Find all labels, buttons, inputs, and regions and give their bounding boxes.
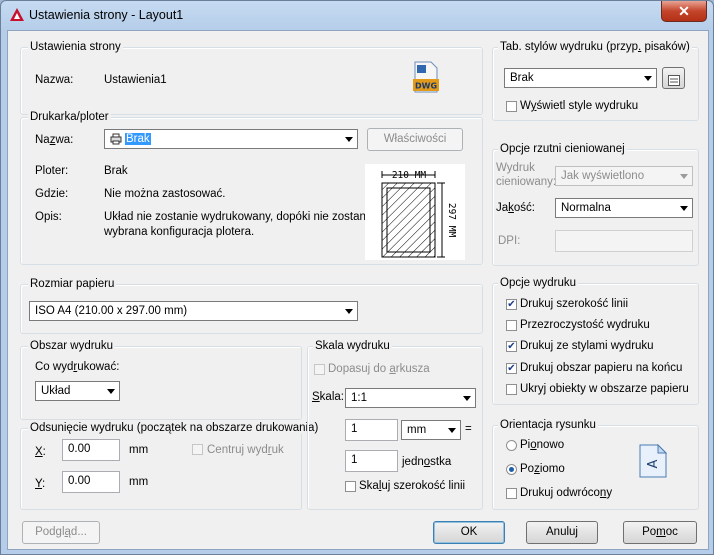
- printer-icon: [110, 133, 122, 148]
- plot-style-combo[interactable]: Brak: [504, 68, 657, 88]
- plot-offset-title: Odsunięcie wydruku (początek na obszarze…: [28, 422, 321, 434]
- what-to-plot-value: Układ: [41, 385, 71, 397]
- paper-size-title: Rozmiar papieru: [28, 278, 117, 290]
- page-setup-name-label: Nazwa:: [35, 74, 74, 86]
- offset-y-label: Y:: [35, 478, 46, 490]
- description-line1: Układ nie zostanie wydrukowany, dopóki n…: [104, 211, 375, 223]
- dpi-label: DPI:: [498, 235, 521, 247]
- page-setup-title: Ustawienia strony: [28, 41, 123, 53]
- upside-down-checkbox[interactable]: [506, 488, 517, 499]
- dwg-icon-text: DWG: [415, 82, 437, 91]
- plot-lineweights-checkbox[interactable]: ✔: [506, 299, 517, 310]
- center-plot-label: Centruj wydruk: [207, 444, 284, 456]
- orientation-title: Orientacja rysunku: [498, 419, 598, 431]
- preview-width-text: 210 MM: [392, 170, 427, 181]
- printer-name-value: Brak: [125, 133, 151, 145]
- hide-paperspace-objects-label: Ukryj obiekty w obszarze papieru: [520, 383, 689, 395]
- offset-x-input[interactable]: 0.00: [62, 439, 120, 461]
- shaded-viewport-title: Opcje rzutni cieniowanej: [498, 143, 627, 155]
- dwg-icon: DWG: [411, 61, 441, 93]
- shade-plot-value: Jak wyświetlono: [561, 170, 645, 182]
- description-line2: wybrana konfiguracja plotera.: [104, 226, 255, 238]
- plot-options-title: Opcje wydruku: [498, 277, 579, 289]
- plot-transparency-label: Przezroczystość wydruku: [520, 319, 650, 331]
- fit-to-paper-checkbox[interactable]: [314, 364, 325, 375]
- scale-label: Skala:: [312, 391, 344, 403]
- plot-area-title: Obszar wydruku: [28, 340, 116, 352]
- ok-button[interactable]: OK: [433, 521, 505, 544]
- center-plot-checkbox[interactable]: [192, 444, 203, 455]
- scale-value2-input[interactable]: 1: [345, 450, 398, 472]
- plot-lineweights-label: Drukuj szerokość linii: [520, 298, 629, 310]
- quality-value: Normalna: [561, 202, 611, 214]
- dialog-client: Ustawienia strony Nazwa: Ustawienia1 DWG…: [7, 30, 709, 550]
- paper-size-value: ISO A4 (210.00 x 297.00 mm): [35, 305, 188, 317]
- description-label: Opis:: [35, 211, 62, 223]
- title-bar: Ustawienia strony - Layout1 ✕: [1, 1, 713, 29]
- offset-y-unit: mm: [129, 476, 149, 488]
- landscape-page-letter: A: [646, 459, 661, 468]
- properties-button[interactable]: Właściwości: [367, 128, 463, 151]
- plotter-value: Brak: [104, 165, 128, 177]
- quality-combo[interactable]: Normalna: [555, 198, 693, 218]
- plot-with-styles-checkbox[interactable]: ✔: [506, 341, 517, 352]
- offset-x-label: X:: [35, 446, 46, 458]
- what-to-plot-combo[interactable]: Układ: [35, 381, 120, 401]
- landscape-page-icon: A: [638, 443, 668, 478]
- portrait-radio[interactable]: [506, 440, 517, 451]
- display-plot-styles-checkbox[interactable]: [506, 101, 517, 112]
- preview-height-text: 297 MM: [446, 203, 457, 238]
- printer-name-combo[interactable]: Brak: [104, 129, 358, 149]
- hide-paperspace-objects-checkbox[interactable]: [506, 384, 517, 395]
- offset-x-unit: mm: [129, 444, 149, 456]
- close-icon: ✕: [678, 3, 690, 19]
- offset-y-input[interactable]: 0.00: [62, 471, 120, 493]
- where-label: Gdzie:: [35, 188, 69, 200]
- scale-unit-value: mm: [407, 424, 427, 436]
- scale-unit2-label: jednostka: [402, 456, 452, 468]
- scale-value1-input[interactable]: 1: [345, 419, 398, 441]
- shade-plot-label1: Wydruk: [496, 162, 535, 174]
- shade-plot-label2: cieniowany:: [496, 176, 557, 188]
- quality-label: Jakość:: [496, 202, 535, 214]
- dpi-input[interactable]: [555, 230, 693, 252]
- scale-equals: =: [465, 423, 472, 435]
- autocad-logo-icon: [9, 7, 25, 23]
- scale-combo[interactable]: 1:1: [345, 388, 476, 408]
- plot-paperspace-last-label: Drukuj obszar papieru na końcu: [520, 362, 683, 374]
- plotter-label: Ploter:: [35, 165, 69, 177]
- printer-name-label: Nazwa:: [35, 134, 74, 146]
- landscape-label: Poziomo: [520, 463, 565, 475]
- portrait-label: Pionowo: [520, 439, 565, 451]
- where-value: Nie można zastosować.: [104, 188, 226, 200]
- plot-paperspace-last-checkbox[interactable]: ✔: [506, 363, 517, 374]
- scale-value: 1:1: [351, 392, 367, 404]
- fit-to-paper-label: Dopasuj do arkusza: [328, 363, 430, 375]
- plot-scale-title: Skala wydruku: [313, 340, 392, 352]
- paper-preview: 210 MM 297 MM: [365, 164, 465, 260]
- scale-lineweights-label: Skaluj szerokość linii: [359, 480, 466, 492]
- upside-down-label: Drukuj odwrócony: [520, 487, 613, 499]
- plot-style-table-title: Tab. stylów wydruku (przyp. pisaków): [498, 41, 692, 53]
- cancel-button[interactable]: Anuluj: [526, 521, 598, 544]
- printer-title: Drukarka/ploter: [28, 111, 111, 123]
- plot-transparency-checkbox[interactable]: [506, 320, 517, 331]
- page-setup-name-value: Ustawienia1: [104, 74, 167, 86]
- edit-plot-style-button[interactable]: [662, 67, 685, 89]
- edit-list-icon: [668, 73, 680, 94]
- close-button[interactable]: ✕: [661, 1, 707, 22]
- dialog-window: Ustawienia strony - Layout1 ✕ Ustawienia…: [0, 0, 714, 555]
- plot-with-styles-label: Drukuj ze stylami wydruku: [520, 340, 654, 352]
- preview-button[interactable]: Podgląd...: [22, 521, 100, 544]
- window-title: Ustawienia strony - Layout1: [29, 8, 184, 22]
- scale-unit-combo[interactable]: mm: [401, 420, 461, 440]
- landscape-radio[interactable]: [506, 464, 517, 475]
- help-button[interactable]: Pomoc: [623, 521, 697, 544]
- scale-lineweights-checkbox[interactable]: [345, 481, 356, 492]
- paper-size-combo[interactable]: ISO A4 (210.00 x 297.00 mm): [29, 301, 358, 321]
- plot-style-value: Brak: [510, 72, 534, 84]
- display-plot-styles-label: Wyświetl style wydruku: [520, 100, 639, 112]
- shade-plot-combo[interactable]: Jak wyświetlono: [555, 166, 693, 186]
- what-to-plot-label: Co wydrukować:: [35, 361, 120, 373]
